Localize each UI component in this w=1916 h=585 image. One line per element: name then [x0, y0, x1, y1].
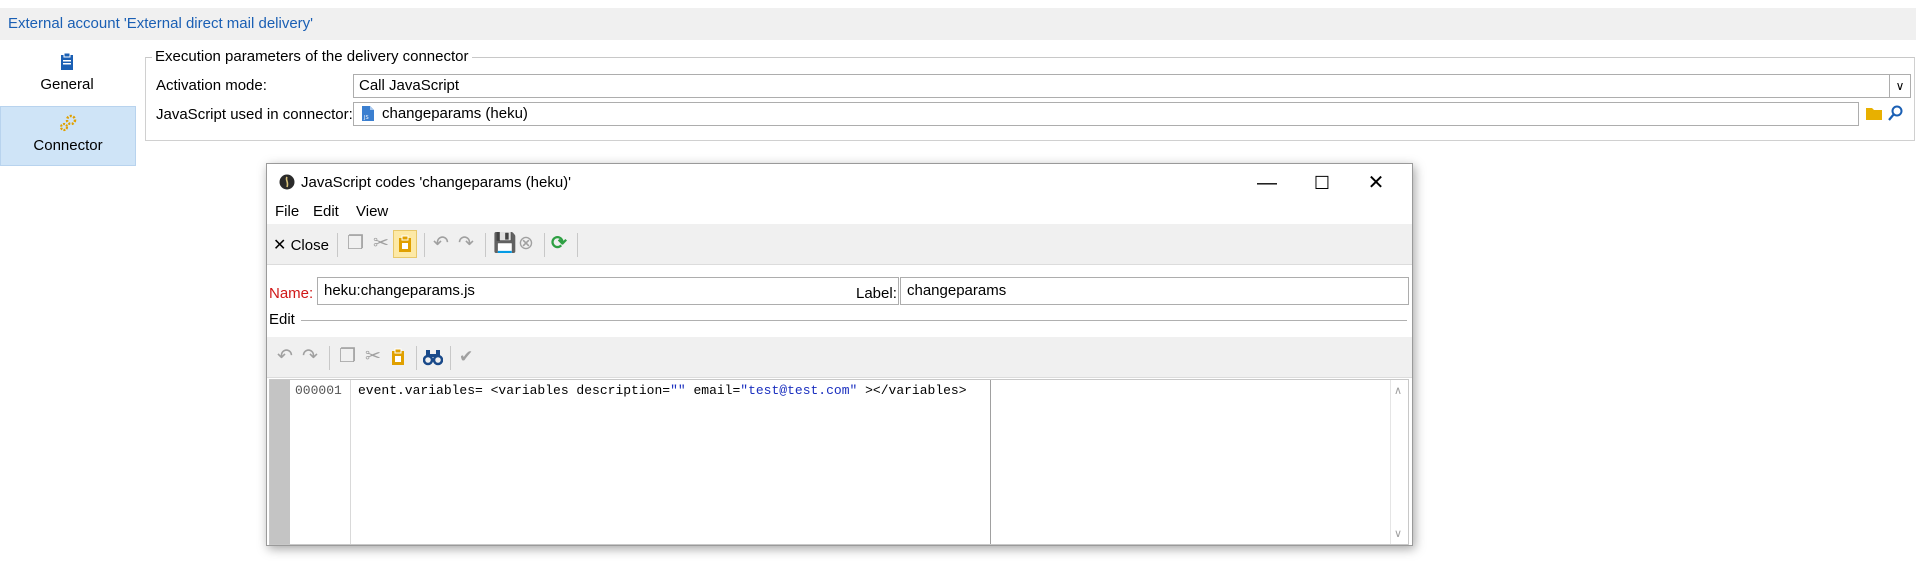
activation-mode-select[interactable]: Call JavaScript ∨: [353, 74, 1911, 98]
code-line[interactable]: event.variables= <variables description=…: [358, 383, 967, 398]
copy-icon[interactable]: ❐: [347, 234, 364, 254]
clipboard-icon: [61, 52, 73, 70]
code-editor[interactable]: 000001 event.variables= <variables descr…: [269, 379, 1409, 545]
search-icon[interactable]: [1888, 105, 1904, 121]
toolbar-separator: [337, 233, 338, 257]
scroll-up-icon[interactable]: ∧: [1394, 384, 1402, 397]
code-string: "test@test.com": [740, 383, 858, 398]
app-logo-icon: [279, 174, 295, 190]
menu-file[interactable]: File: [275, 203, 299, 220]
toolbar-separator: [485, 233, 486, 257]
label-label: Label:: [856, 285, 897, 302]
editor-gutter: [270, 380, 290, 544]
label-field[interactable]: changeparams: [900, 277, 1409, 305]
js-file-icon: JS: [362, 106, 374, 121]
script-field[interactable]: JS changeparams (heku): [353, 102, 1859, 126]
line-number-gutter: [290, 380, 351, 544]
name-value: heku:changeparams.js: [324, 282, 475, 299]
script-label: JavaScript used in connector:: [156, 106, 353, 123]
activation-mode-value: Call JavaScript: [359, 77, 460, 94]
copy-icon[interactable]: ❐: [339, 347, 356, 367]
undo-icon[interactable]: ↶: [277, 347, 293, 367]
redo-icon[interactable]: ↷: [302, 347, 318, 367]
cancel-icon[interactable]: ⊗: [518, 234, 534, 254]
refresh-icon[interactable]: ⟳: [551, 234, 567, 254]
close-label: Close: [290, 237, 329, 254]
execution-parameters-group: [145, 57, 1915, 141]
close-icon: ✕: [273, 237, 287, 254]
group-legend: Execution parameters of the delivery con…: [152, 48, 472, 65]
line-number: 000001: [295, 383, 342, 398]
label-value: changeparams: [907, 282, 1007, 299]
redo-icon[interactable]: ↷: [458, 234, 474, 254]
close-window-button[interactable]: ✕: [1356, 168, 1396, 198]
code-text: ></variables>: [857, 383, 967, 398]
scroll-down-icon[interactable]: ∨: [1394, 527, 1402, 540]
menu-bar: [267, 200, 1412, 224]
binoculars-icon[interactable]: [423, 348, 443, 366]
name-field[interactable]: heku:changeparams.js: [317, 277, 899, 305]
close-button[interactable]: ✕ Close: [273, 235, 329, 255]
edit-section-label: Edit: [269, 311, 295, 328]
dialog-title: JavaScript codes 'changeparams (heku)': [301, 174, 572, 191]
toolbar-separator: [450, 346, 451, 370]
main-toolbar: ✕ Close ❐ ✂ ↶ ↷ 💾 ⊗ ⟳: [267, 224, 1412, 265]
menu-view[interactable]: View: [356, 203, 388, 220]
toolbar-separator: [577, 233, 578, 257]
gears-icon: [59, 114, 77, 132]
cut-icon[interactable]: ✂: [373, 234, 389, 254]
window-title: External account 'External direct mail d…: [8, 15, 314, 32]
check-icon[interactable]: ✔: [459, 347, 473, 367]
toolbar-separator: [424, 233, 425, 257]
paste-icon[interactable]: [391, 348, 405, 366]
section-divider: [301, 320, 1407, 321]
code-text: email=: [685, 383, 741, 398]
toolbar-separator: [416, 346, 417, 370]
nav-item-general[interactable]: General: [0, 46, 134, 100]
javascript-code-dialog: JavaScript codes 'changeparams (heku)' —…: [266, 163, 1413, 546]
toolbar-separator: [329, 346, 330, 370]
window-header: External account 'External direct mail d…: [0, 8, 1916, 40]
script-value: changeparams (heku): [382, 105, 528, 122]
chevron-down-icon[interactable]: ∨: [1889, 75, 1910, 97]
nav-item-connector[interactable]: Connector: [0, 106, 136, 166]
menu-edit[interactable]: Edit: [313, 203, 339, 220]
editor-toolbar: ↶ ↷ ❐ ✂ ✔: [267, 337, 1412, 378]
name-label: Name:: [269, 285, 314, 302]
save-icon[interactable]: 💾: [493, 234, 517, 254]
code-string: "": [670, 383, 686, 398]
nav-item-label: Connector: [33, 137, 103, 154]
toolbar-separator: [544, 233, 545, 257]
cut-icon[interactable]: ✂: [365, 347, 381, 367]
undo-icon[interactable]: ↶: [433, 234, 449, 254]
vertical-scrollbar[interactable]: ∧ ∨: [1390, 380, 1408, 544]
svg-text:JS: JS: [363, 115, 369, 121]
nav-item-label: General: [40, 76, 94, 93]
minimize-button[interactable]: —: [1247, 168, 1287, 198]
maximize-button[interactable]: ☐: [1302, 168, 1342, 198]
paste-icon[interactable]: [393, 230, 417, 258]
activation-mode-label: Activation mode:: [156, 77, 267, 94]
folder-icon[interactable]: [1866, 106, 1882, 120]
clipboard-paste-glyph: [399, 235, 411, 252]
editor-margin-line: [990, 380, 991, 544]
code-text: event.variables= <variables description=: [358, 383, 671, 398]
